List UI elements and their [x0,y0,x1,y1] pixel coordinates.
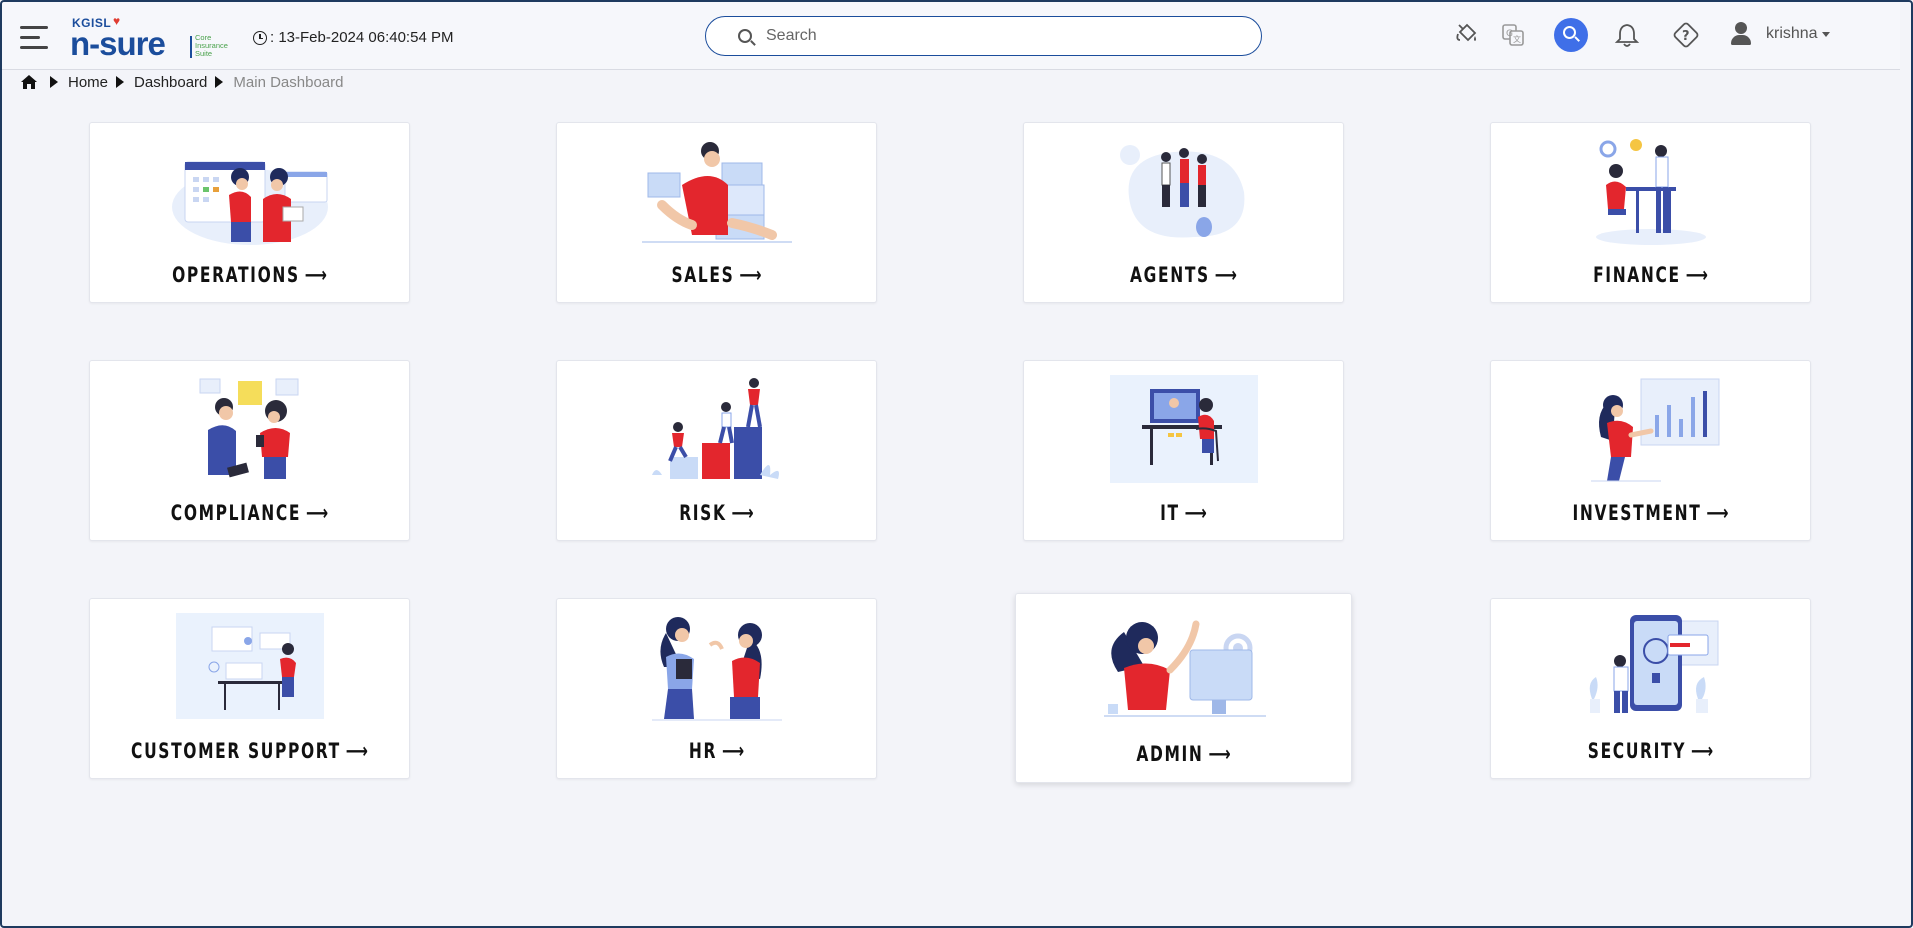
compliance-illustration [199,378,298,479]
arrow-right-icon: ⟶ [305,501,329,525]
datetime-text: : 13-Feb-2024 06:40:54 PM [270,29,454,46]
sales-illustration [641,142,792,243]
chevron-down-icon [1821,31,1830,37]
arrow-right-icon: ⟶ [1706,501,1729,525]
card-hr[interactable]: HR ⟶ [556,598,877,779]
arrow-right-icon: ⟶ [345,739,368,763]
breadcrumb-dashboard[interactable]: Dashboard [134,74,207,91]
user-icon [1730,22,1752,46]
card-label: SECURITY ⟶ [1587,739,1714,763]
arrow-right-icon: ⟶ [1208,742,1231,766]
it-illustration [1109,375,1258,483]
breadcrumb-separator [215,76,224,88]
hr-illustration [651,617,782,721]
card-risk[interactable]: RISK ⟶ [556,360,877,541]
breadcrumb-home[interactable]: Home [68,74,108,91]
logo-product: n-sure [70,25,166,62]
hamburger-menu-icon[interactable] [20,26,50,50]
card-label: ADMIN ⟶ [1136,742,1231,766]
card-label: INVESTMENT ⟶ [1572,501,1729,525]
arrow-right-icon: ⟶ [731,501,754,525]
breadcrumb-separator [50,76,58,88]
bell-icon[interactable] [1612,20,1642,50]
card-investment[interactable]: INVESTMENT ⟶ [1490,360,1811,541]
breadcrumb-separator [116,76,125,88]
card-label: COMPLIANCE ⟶ [170,501,329,525]
clock-icon [253,30,267,45]
investment-illustration [1590,378,1719,482]
arrow-right-icon: ⟶ [1691,739,1714,763]
card-admin[interactable]: ADMIN ⟶ [1015,593,1352,783]
card-label: AGENTS ⟶ [1130,263,1237,287]
card-customer-support[interactable]: CUSTOMER SUPPORT ⟶ [89,598,410,779]
finance-illustration [1595,139,1706,245]
search-icon [1563,26,1576,39]
card-compliance[interactable]: COMPLIANCE ⟶ [89,360,410,541]
customer-support-illustration [175,613,324,719]
username: krishna [1766,25,1818,42]
arrow-right-icon: ⟶ [721,739,745,763]
logo-tagline: Core Insurance Suite [195,33,228,58]
card-label: SALES ⟶ [671,263,762,287]
home-icon[interactable] [20,74,38,90]
arrow-right-icon: ⟶ [739,263,762,287]
top-header: KGISL ♥ n-sure Core Insurance Suite : 13… [0,0,1900,70]
search-bar[interactable] [705,16,1262,56]
card-agents[interactable]: AGENTS ⟶ [1023,122,1344,303]
security-illustration [1589,615,1718,713]
card-label: IT ⟶ [1160,501,1207,525]
breadcrumb-current: Main Dashboard [233,73,344,91]
user-menu[interactable]: krishna [1730,22,1830,46]
paint-bucket-icon[interactable] [1452,20,1482,50]
search-icon [738,29,752,43]
arrow-right-icon: ⟶ [1685,263,1708,287]
global-search-button[interactable] [1554,18,1588,52]
help-icon[interactable]: ? [1671,20,1701,50]
search-input[interactable] [766,27,1226,45]
card-operations[interactable]: OPERATIONS ⟶ [89,122,410,303]
card-label: HR ⟶ [688,739,745,763]
logo-divider [190,36,192,58]
agents-illustration [1119,145,1244,238]
svg-text:文: 文 [1513,34,1521,44]
arrow-right-icon: ⟶ [1214,263,1237,287]
datetime-display: : 13-Feb-2024 06:40:54 PM [253,29,453,46]
card-it[interactable]: IT ⟶ [1023,360,1344,541]
translate-icon[interactable]: G 文 [1498,20,1528,50]
admin-illustration [1103,620,1266,717]
svg-text:G: G [1506,29,1513,39]
breadcrumb: Home Dashboard Main Dashboard [20,72,343,92]
app-logo[interactable]: KGISL ♥ n-sure Core Insurance Suite [70,14,240,62]
card-security[interactable]: SECURITY ⟶ [1490,598,1811,779]
svg-text:?: ? [1682,29,1690,44]
card-label: RISK ⟶ [679,501,754,525]
risk-illustration [651,378,779,479]
card-finance[interactable]: FINANCE ⟶ [1490,122,1811,303]
card-label: CUSTOMER SUPPORT ⟶ [131,739,368,763]
card-label: FINANCE ⟶ [1593,263,1708,287]
card-sales[interactable]: SALES ⟶ [556,122,877,303]
operations-illustration [171,161,328,245]
card-label: OPERATIONS ⟶ [172,263,327,287]
arrow-right-icon: ⟶ [304,263,327,287]
arrow-right-icon: ⟶ [1184,501,1207,525]
